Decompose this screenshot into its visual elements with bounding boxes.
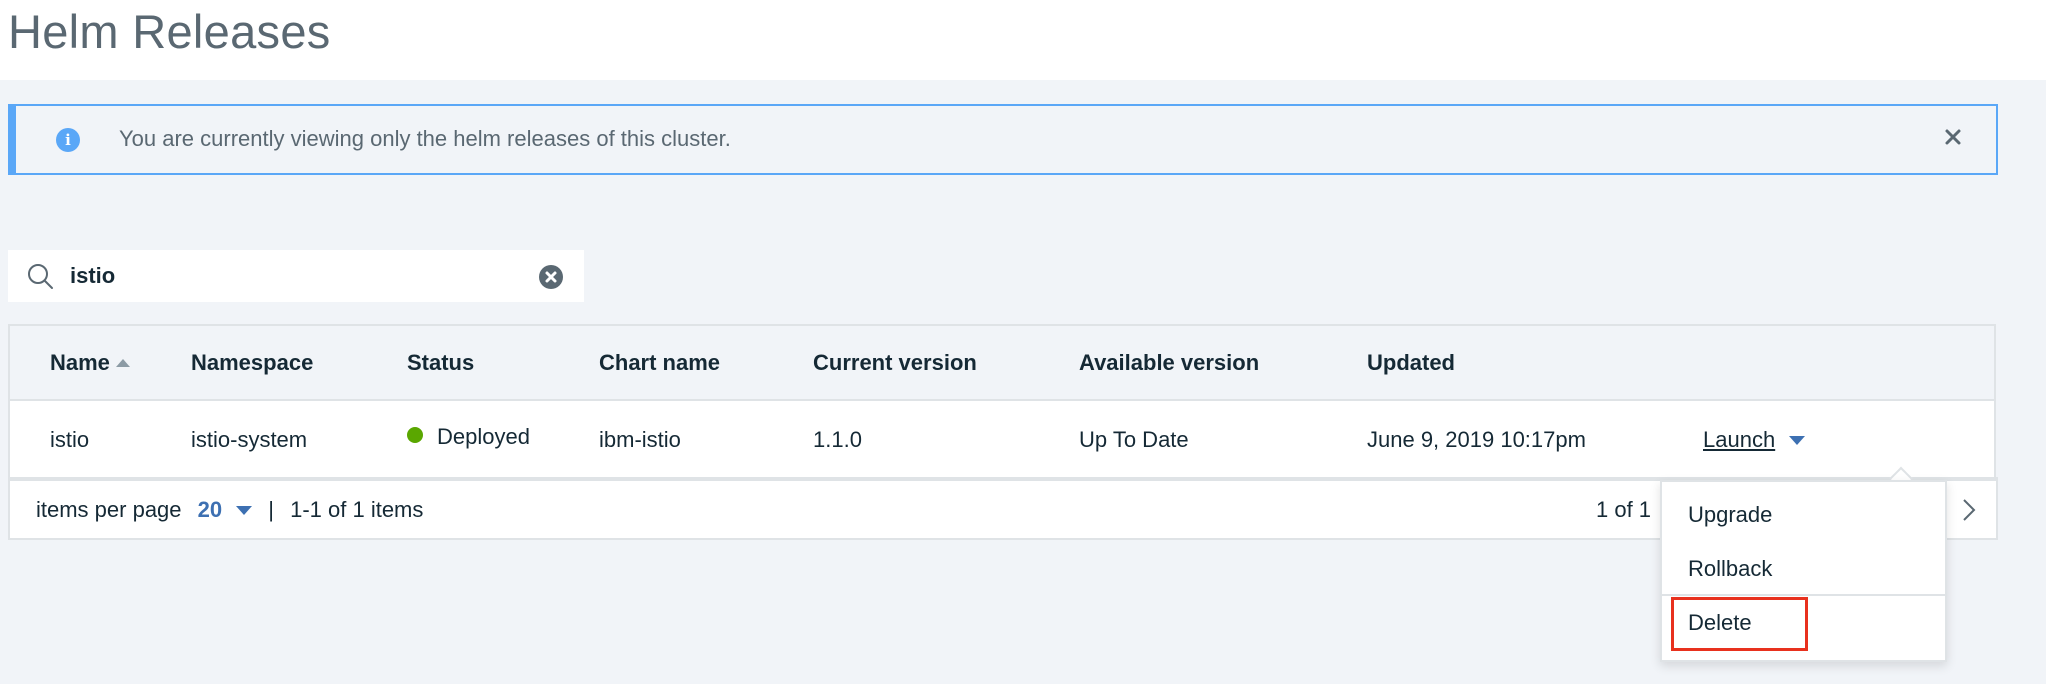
action-dropdown-menu: Upgrade Rollback Delete (1660, 480, 1947, 662)
chevron-right-icon (1963, 499, 1976, 521)
items-per-page-label: items per page (36, 497, 182, 522)
column-header-label: Name (50, 350, 110, 375)
next-page-button[interactable] (1958, 495, 1980, 525)
items-range-text: 1-1 of 1 items (290, 497, 424, 522)
sort-ascending-icon (115, 359, 130, 367)
cell-status: Deployed (407, 424, 530, 450)
close-notification-button[interactable] (1936, 120, 1970, 154)
column-header-namespace[interactable]: Namespace (191, 350, 313, 376)
column-header-name[interactable]: Name (50, 350, 130, 376)
notification-message: You are currently viewing only the helm … (119, 126, 731, 151)
chevron-down-icon (236, 506, 253, 515)
menu-item-upgrade[interactable]: Upgrade (1662, 488, 1945, 542)
page-title: Helm Releases (8, 5, 331, 58)
cell-available-version: Up To Date (1079, 427, 1189, 452)
items-per-page-select[interactable]: 20 (197, 497, 253, 522)
items-per-page: items per page 20 | 1-1 of 1 items (36, 497, 423, 523)
search-input[interactable] (70, 258, 520, 294)
clear-search-button[interactable] (539, 265, 563, 289)
table-header: Name Namespace Status Chart name Current… (10, 326, 1994, 401)
table-row: istio istio-system Deployed ibm-istio 1.… (10, 401, 1994, 477)
status-label: Deployed (437, 424, 530, 449)
separator: | (268, 497, 274, 522)
cell-updated: June 9, 2019 10:17pm (1367, 427, 1586, 452)
cell-name: istio (50, 427, 90, 452)
column-header-available-version[interactable]: Available version (1079, 350, 1259, 376)
column-header-chart-name[interactable]: Chart name (599, 350, 720, 376)
clear-circle-icon (545, 271, 557, 283)
search-box (8, 250, 584, 302)
column-header-updated[interactable]: Updated (1367, 350, 1455, 376)
page-header: Helm Releases (0, 0, 2046, 80)
info-icon: i (56, 128, 80, 152)
close-icon (1945, 129, 1961, 145)
column-header-current-version[interactable]: Current version (813, 350, 977, 376)
menu-item-rollback[interactable]: Rollback (1662, 542, 1945, 596)
column-header-status[interactable]: Status (407, 350, 474, 376)
info-notification: i You are currently viewing only the hel… (8, 104, 1998, 175)
search-icon (28, 264, 53, 289)
cell-namespace: istio-system (191, 427, 308, 452)
page-indicator: 1 of 1 (1596, 497, 1652, 522)
cell-chart-name: ibm-istio (599, 427, 681, 452)
status-deployed-icon (407, 427, 423, 443)
cell-current-version: 1.1.0 (813, 427, 862, 452)
launch-link[interactable]: Launch (1703, 427, 1775, 452)
items-per-page-value: 20 (197, 497, 223, 522)
launch-action: Launch (1703, 427, 1806, 453)
launch-dropdown-caret-icon[interactable] (1789, 436, 1806, 445)
delete-highlight-box (1671, 597, 1808, 651)
releases-table: Name Namespace Status Chart name Current… (8, 324, 1996, 477)
